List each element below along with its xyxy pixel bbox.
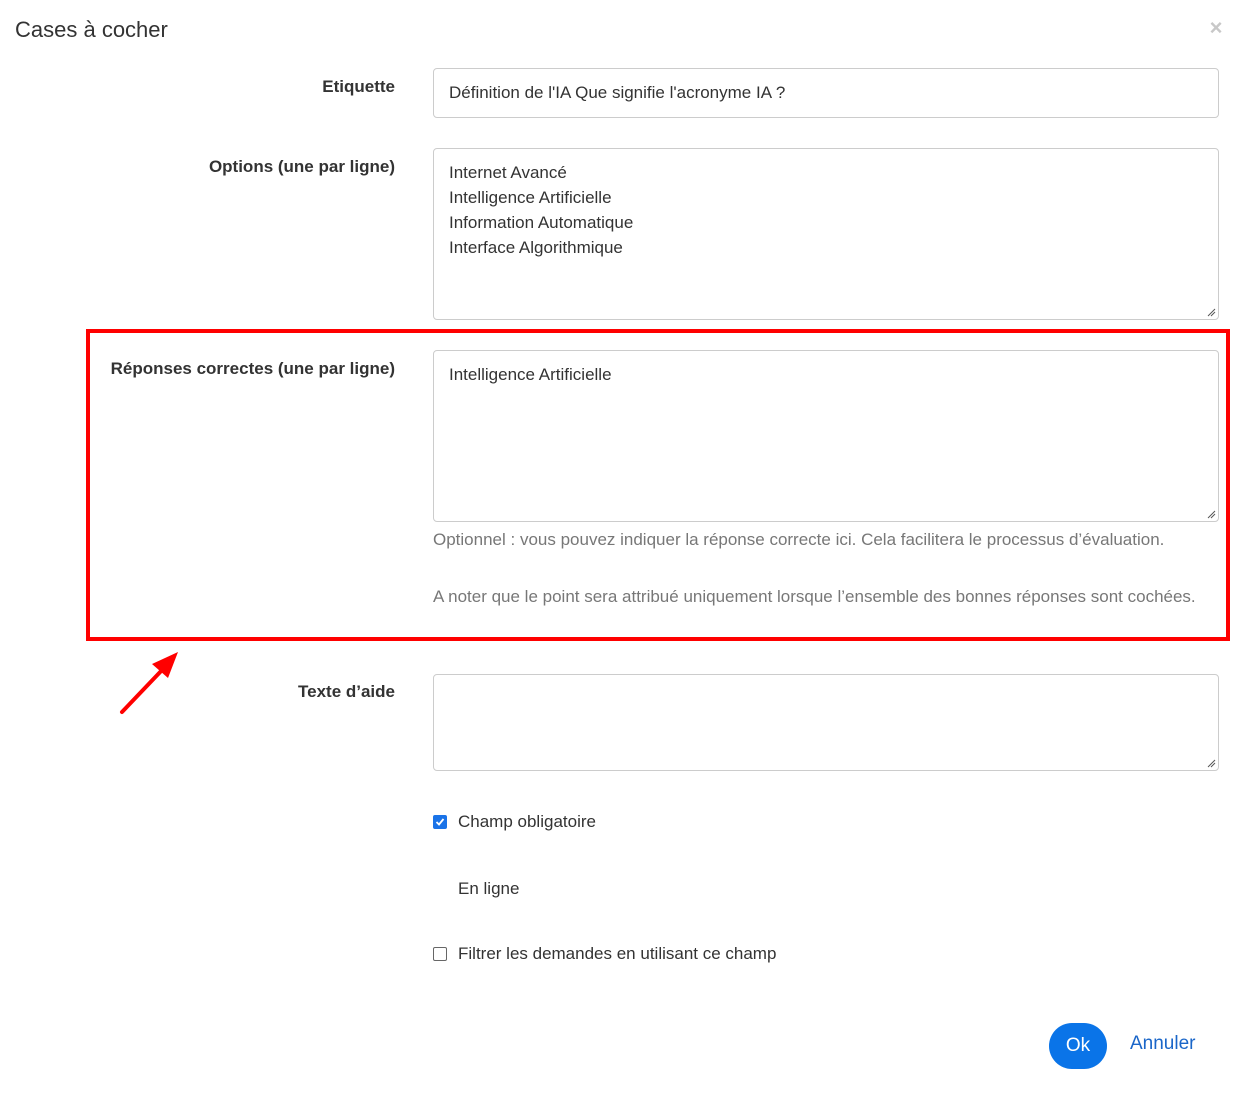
options-label: Options (une par ligne) <box>208 157 395 176</box>
red-arrow-icon <box>120 652 178 714</box>
close-icon[interactable]: × <box>1206 16 1226 40</box>
inline-label: En ligne <box>458 879 520 898</box>
check-icon <box>435 818 445 826</box>
correct-answers-textarea[interactable]: Intelligence Artificielle <box>433 350 1219 522</box>
dialog-title: Cases à cocher <box>15 17 168 42</box>
required-checkbox-row[interactable]: Champ obligatoire <box>433 812 596 832</box>
filter-checkbox-row[interactable]: Filtrer les demandes en utilisant ce cha… <box>433 944 776 964</box>
option-line: Internet Avancé <box>449 163 567 182</box>
option-line: Intelligence Artificielle <box>449 188 612 207</box>
correct-answers-label: Réponses correctes (une par ligne) <box>110 359 395 378</box>
correct-answer-line: Intelligence Artificielle <box>449 365 612 384</box>
filter-checkbox-label: Filtrer les demandes en utilisant ce cha… <box>458 944 777 963</box>
option-line: Interface Algorithmique <box>449 238 623 257</box>
resize-grip-icon[interactable] <box>1206 307 1216 317</box>
required-checkbox[interactable] <box>433 815 447 829</box>
etiquette-label: Etiquette <box>322 77 395 96</box>
option-line: Information Automatique <box>449 213 634 232</box>
filter-checkbox[interactable] <box>433 947 447 961</box>
correct-answers-help-2: A noter que le point sera attribué uniqu… <box>433 587 1196 606</box>
correct-answers-help-1: Optionnel : vous pouvez indiquer la répo… <box>433 530 1165 549</box>
help-text-label: Texte d’aide <box>298 682 395 701</box>
resize-grip-icon[interactable] <box>1206 509 1216 519</box>
resize-grip-icon[interactable] <box>1206 758 1216 768</box>
cancel-button[interactable]: Annuler <box>1130 1033 1196 1055</box>
help-text-textarea[interactable] <box>433 674 1219 771</box>
ok-button[interactable]: Ok <box>1049 1023 1107 1069</box>
etiquette-input[interactable] <box>433 68 1219 118</box>
options-textarea[interactable]: Internet Avancé Intelligence Artificiell… <box>433 148 1219 320</box>
required-checkbox-label: Champ obligatoire <box>458 812 596 831</box>
